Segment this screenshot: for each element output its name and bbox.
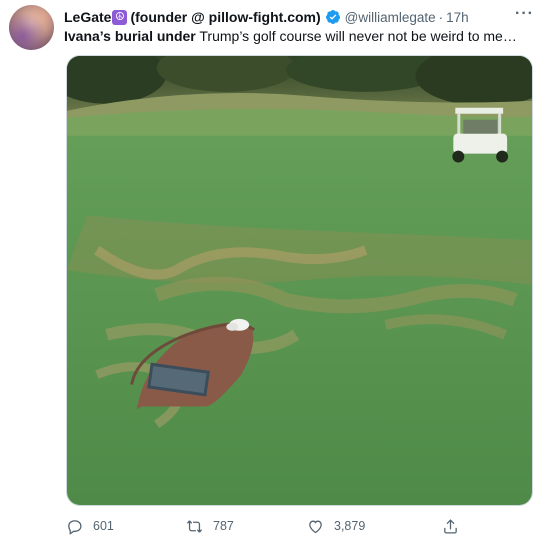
- golf-course-grave-photo: [67, 56, 532, 505]
- timestamp[interactable]: 17h: [446, 10, 469, 25]
- share-icon: [444, 518, 457, 534]
- avatar[interactable]: [9, 5, 54, 50]
- retweet-count: 787: [213, 519, 234, 533]
- like-button[interactable]: 3,879: [307, 516, 365, 536]
- reply-icon: [68, 519, 82, 535]
- avatar-photo: [9, 5, 54, 50]
- retweet-icon: [186, 519, 203, 533]
- retweet-button[interactable]: 787: [186, 516, 234, 536]
- share-button[interactable]: [442, 516, 459, 536]
- tweet-text-rest: Trump’s golf course will never not be we…: [195, 28, 517, 44]
- tweet-text: Ivana’s burial under Trump’s golf course…: [64, 27, 534, 45]
- tweet-photo[interactable]: [66, 55, 533, 506]
- tweet-text-bold: Ivana’s burial under: [64, 28, 196, 44]
- author-handle[interactable]: @williamlegate: [345, 10, 436, 25]
- display-name-suffix[interactable]: (founder @ pillow-fight.com): [130, 9, 320, 25]
- display-name[interactable]: LeGate: [64, 9, 111, 25]
- verified-badge-icon: [325, 10, 340, 24]
- tweet-card[interactable]: LeGate ☮ (founder @ pillow-fight.com) @w…: [0, 0, 554, 537]
- tweet-actions: 601 787 3,879: [64, 516, 484, 536]
- peace-symbol-icon: ☮: [112, 9, 128, 25]
- reply-count: 601: [93, 519, 114, 533]
- tweet-header: LeGate ☮ (founder @ pillow-fight.com) @w…: [64, 7, 534, 27]
- more-horizontal-icon[interactable]: ···: [515, 6, 534, 22]
- reply-button[interactable]: 601: [66, 516, 114, 536]
- heart-icon: [309, 520, 322, 533]
- separator-dot: ·: [438, 9, 444, 25]
- like-count: 3,879: [334, 519, 366, 533]
